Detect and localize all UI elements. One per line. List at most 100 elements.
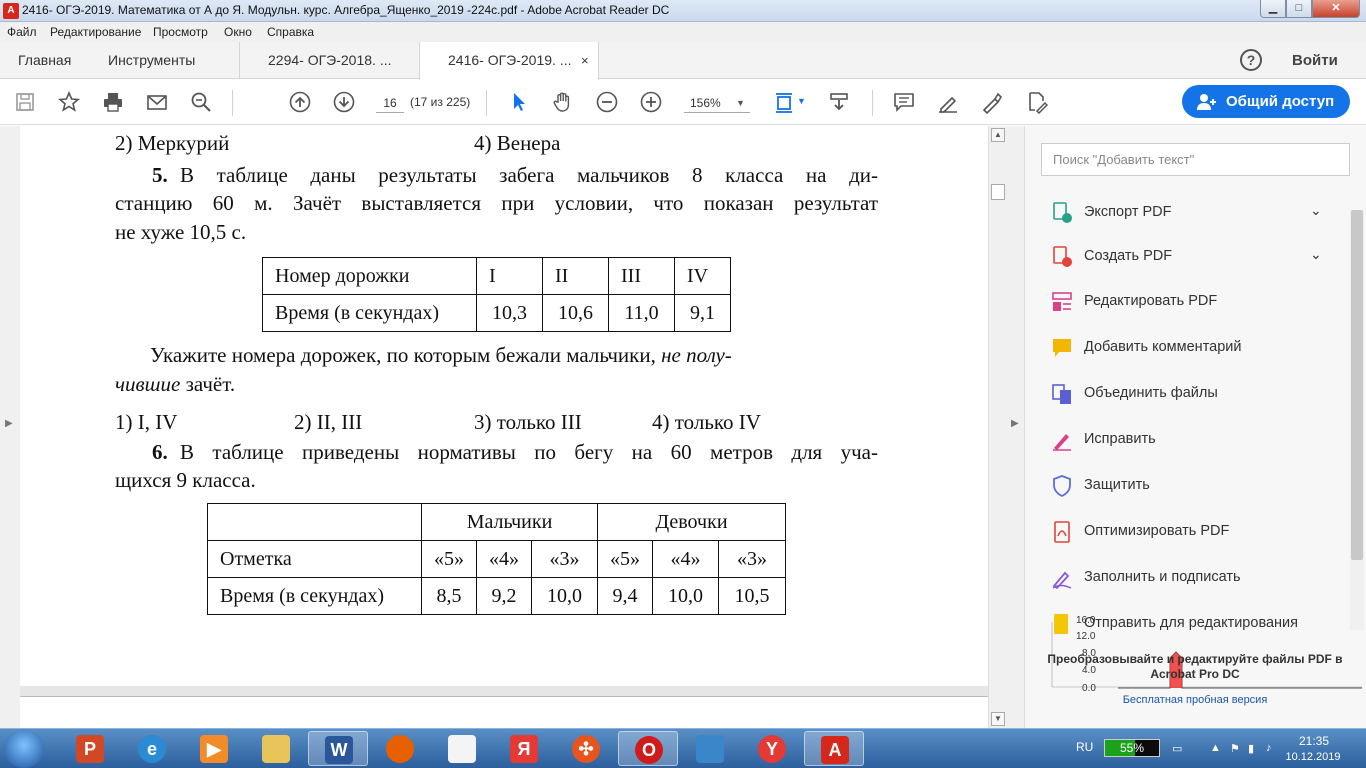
taskbar-app[interactable]: ✣ — [556, 731, 616, 766]
free-trial-link[interactable]: Бесплатная пробная версия — [1040, 694, 1350, 706]
taskbar-internet-explorer[interactable]: e — [122, 731, 182, 766]
chevron-down-icon[interactable]: ▼ — [797, 96, 806, 106]
graph-tick-label: 16.0 — [1076, 615, 1096, 626]
show-hidden-icons-icon[interactable]: ▲ — [1210, 742, 1224, 754]
page-number-input[interactable]: 16 — [376, 93, 404, 113]
taskbar-yandex[interactable]: Я — [494, 731, 554, 766]
maximize-button[interactable]: □ — [1286, 0, 1312, 18]
scroll-thumb[interactable] — [991, 184, 1005, 200]
menu-edit[interactable]: Редактирование — [50, 25, 141, 39]
tab-document-2[interactable]: 2416- ОГЭ-2019. ... — [419, 42, 599, 80]
collapse-right-panel-icon[interactable]: ▶ — [1011, 418, 1019, 429]
word-icon: W — [325, 736, 353, 764]
page-fit-icon[interactable] — [772, 90, 798, 116]
action-center-flag-icon[interactable]: ⚑ — [1230, 742, 1244, 755]
powerpoint-icon: P — [76, 735, 104, 763]
email-icon[interactable] — [144, 90, 170, 116]
tool-item-optimize-pdf[interactable]: Оптимизировать PDF — [1048, 517, 1338, 547]
tool-item-comment[interactable]: Добавить комментарий — [1048, 333, 1338, 363]
help-icon[interactable]: ? — [1240, 49, 1262, 71]
tools-search-input[interactable]: Поиск "Добавить текст" — [1041, 143, 1350, 176]
network-icon[interactable]: ▮ — [1248, 742, 1262, 755]
zoom-in-icon[interactable] — [638, 90, 664, 116]
table-cell: 9,2 — [476, 577, 532, 615]
hand-tool-icon[interactable] — [550, 90, 576, 116]
bookmark-star-icon[interactable] — [56, 90, 82, 116]
optimize-pdf-icon — [1054, 521, 1070, 543]
close-window-button[interactable]: ✕ — [1312, 0, 1360, 18]
table-cell: «3» — [718, 540, 786, 578]
tool-item-create-pdf[interactable]: Создать PDF ⌄ — [1048, 242, 1338, 272]
sign-in-button[interactable]: Войти — [1292, 52, 1338, 69]
table-cell: Отметка — [207, 540, 422, 578]
tab-home[interactable]: Главная — [18, 42, 71, 79]
pdf-page — [20, 696, 988, 728]
tool-item-edit-pdf[interactable]: Редактировать PDF — [1048, 287, 1338, 317]
search-zoom-icon[interactable] — [188, 90, 214, 116]
edit-pdf-icon — [1052, 292, 1072, 311]
table-cell: 10,5 — [718, 577, 786, 615]
taskbar-file[interactable] — [432, 731, 492, 766]
window-title: 2416- ОГЭ-2019. Математика от А до Я. Мо… — [22, 3, 670, 17]
scroll-thumb[interactable] — [1351, 210, 1363, 560]
scroll-up-icon[interactable]: ▲ — [991, 128, 1005, 142]
chevron-down-icon[interactable]: ⌄ — [1310, 246, 1322, 263]
tool-item-protect[interactable]: Защитить — [1048, 471, 1338, 501]
scroll-down-icon[interactable]: ▼ — [991, 712, 1005, 726]
tool-item-fill-sign[interactable]: Заполнить и подписать — [1048, 563, 1338, 593]
menu-help[interactable]: Справка — [267, 25, 314, 39]
taskbar-acrobat[interactable]: A — [804, 731, 864, 766]
media-player-icon: ▶ — [200, 735, 228, 763]
highlight-pen-icon[interactable] — [935, 90, 961, 116]
taskbar-word[interactable]: W — [308, 731, 368, 766]
document-scrollbar[interactable]: ▲ ▼ — [988, 126, 1006, 728]
minimize-button[interactable]: ▁ — [1260, 0, 1286, 18]
menu-bar: Файл Редактирование Просмотр Окно Справк… — [0, 22, 1366, 42]
menu-file[interactable]: Файл — [7, 25, 37, 39]
sign-pen-icon[interactable] — [979, 90, 1005, 116]
battery-icon[interactable]: ▭ — [1172, 742, 1186, 755]
table-row: Мальчики Девочки — [207, 503, 786, 541]
zoom-level-select[interactable]: 156% ▼ — [684, 93, 750, 113]
menu-view[interactable]: Просмотр — [153, 25, 208, 39]
taskbar-app[interactable] — [680, 731, 740, 766]
comment-icon[interactable] — [891, 90, 917, 116]
select-cursor-icon[interactable] — [506, 90, 532, 116]
taskbar-yandex-browser[interactable]: Y — [742, 731, 802, 766]
tool-item-export-pdf[interactable]: Экспорт PDF ⌄ — [1048, 198, 1338, 228]
input-language-indicator[interactable]: RU — [1076, 740, 1093, 754]
scroll-mode-icon[interactable] — [826, 90, 852, 116]
start-button[interactable] — [4, 730, 44, 768]
save-icon[interactable] — [12, 90, 38, 116]
chevron-down-icon[interactable]: ⌄ — [1310, 202, 1322, 219]
taskbar-media-player[interactable]: ▶ — [184, 731, 244, 766]
taskbar-firefox[interactable] — [370, 731, 430, 766]
document-view[interactable]: 2) Меркурий 4) Венера 5. В таблице даны … — [20, 126, 988, 728]
menu-window[interactable]: Окно — [224, 25, 252, 39]
table-cell — [207, 503, 422, 541]
previous-page-icon[interactable] — [287, 90, 313, 116]
print-icon[interactable] — [100, 90, 126, 116]
taskbar-explorer[interactable] — [246, 731, 306, 766]
battery-indicator[interactable]: 55% — [1104, 739, 1160, 757]
clock-date[interactable]: 10.12.2019 — [1280, 751, 1346, 763]
taskbar-opera[interactable]: O — [618, 731, 678, 766]
volume-icon[interactable]: ♪ — [1266, 742, 1280, 754]
tab-document-1[interactable]: 2294- ОГЭ-2018. ... — [239, 42, 419, 79]
table-cell: «3» — [531, 540, 598, 578]
tool-item-combine-files[interactable]: Объединить файлы — [1048, 379, 1338, 409]
taskbar-powerpoint[interactable]: P — [60, 731, 120, 766]
question-5-line-2: станцию 60 м. Зачёт выставляется при усл… — [115, 191, 878, 215]
next-page-icon[interactable] — [331, 90, 357, 116]
zoom-out-icon[interactable] — [594, 90, 620, 116]
tool-item-label: Редактировать PDF — [1084, 293, 1218, 309]
expand-left-panel-icon[interactable]: ▶ — [5, 418, 13, 429]
ask-text: зачёт. — [185, 372, 236, 396]
tab-tools[interactable]: Инструменты — [108, 42, 195, 79]
tools-pane-scrollbar[interactable] — [1350, 210, 1364, 630]
tab-close-icon[interactable]: × — [581, 42, 589, 79]
fill-sign-icon[interactable] — [1023, 90, 1049, 116]
answer-line: 2) Меркурий — [115, 131, 230, 155]
clock-time[interactable]: 21:35 — [1288, 734, 1340, 748]
tool-item-fix[interactable]: Исправить — [1048, 425, 1338, 455]
